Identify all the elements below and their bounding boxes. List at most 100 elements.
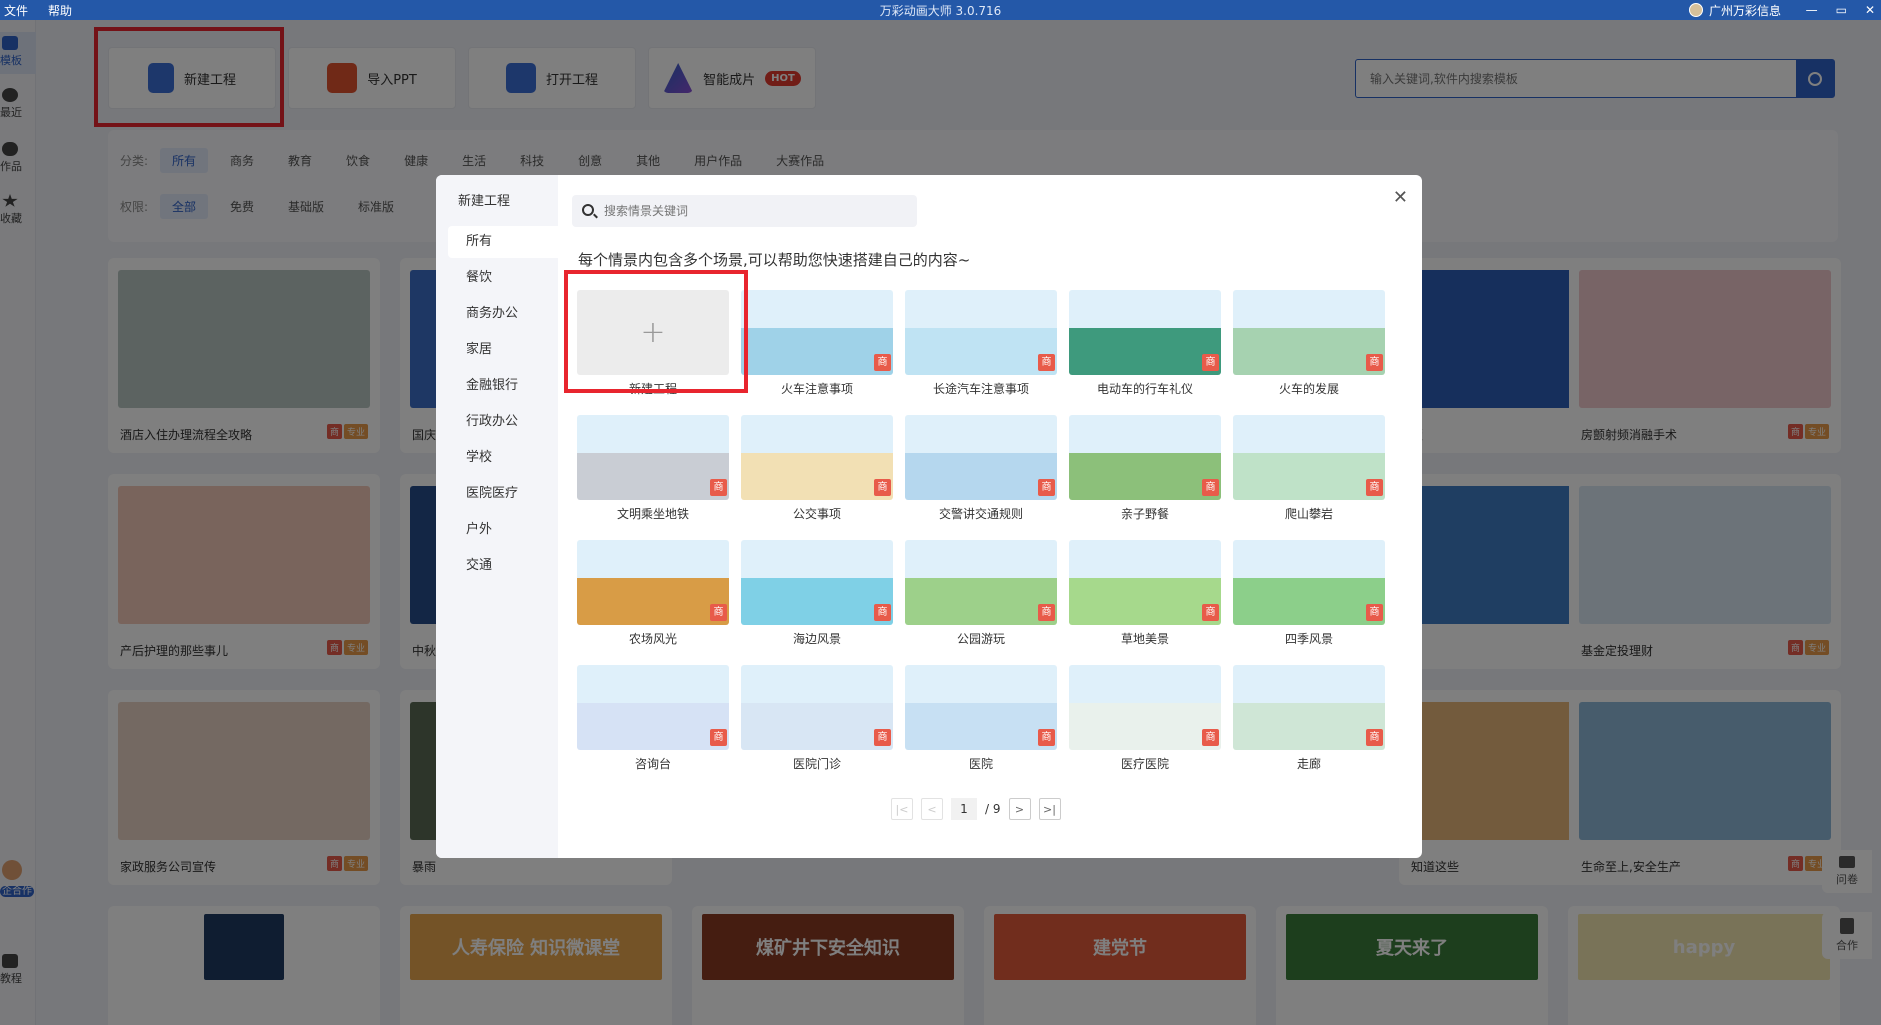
menu-file[interactable]: 文件 [4, 2, 28, 19]
scene-search [572, 195, 917, 227]
scene-thumbnail [741, 665, 893, 750]
scene-tile[interactable]: 商爬山攀岩 [1233, 415, 1385, 525]
scene-tile[interactable]: 商医院 [905, 665, 1057, 775]
scene-category-sidebar: 新建工程 所有餐饮商务办公家居金融银行行政办公学校医院医疗户外交通 [436, 175, 558, 858]
commercial-badge: 商 [1202, 604, 1219, 621]
scene-thumbnail [741, 290, 893, 375]
scene-category-item[interactable]: 交通 [448, 550, 558, 582]
close-window-button[interactable]: ✕ [1865, 3, 1875, 17]
scene-thumbnail [577, 415, 729, 500]
commercial-badge: 商 [1366, 604, 1383, 621]
scene-tile[interactable]: 商亲子野餐 [1069, 415, 1221, 525]
first-page-button[interactable]: |< [891, 798, 913, 820]
scene-title: 医院 [968, 757, 993, 771]
title-bar: 文件 帮助 万彩动画大师 3.0.716 广州万彩信息 — ▭ ✕ [0, 0, 1881, 20]
scene-category-item[interactable]: 户外 [448, 514, 558, 546]
scene-title: 火车的发展 [1278, 382, 1339, 396]
scene-tile[interactable]: 商农场风光 [577, 540, 729, 650]
scene-title: 走廊 [1296, 757, 1321, 771]
scene-category-item[interactable]: 商务办公 [448, 298, 558, 330]
user-avatar [1688, 3, 1703, 17]
scene-thumbnail [1233, 665, 1385, 750]
commercial-badge: 商 [1202, 354, 1219, 371]
scene-title: 公园游玩 [956, 632, 1005, 646]
scene-title: 四季风景 [1284, 632, 1333, 646]
scene-title: 公交事项 [792, 507, 841, 521]
scene-category-item[interactable]: 餐饮 [448, 262, 558, 294]
minimize-button[interactable]: — [1806, 3, 1818, 17]
commercial-badge: 商 [874, 604, 891, 621]
dialog-title: 新建工程 [458, 194, 511, 209]
scene-search-input[interactable] [572, 195, 912, 227]
pagination: |< < 1 / 9 > >| [891, 798, 1061, 820]
scene-thumbnail [1233, 290, 1385, 375]
scene-thumbnail [905, 290, 1057, 375]
scene-thumbnail [1069, 540, 1221, 625]
prev-page-button[interactable]: < [921, 798, 943, 820]
user-account[interactable]: 广州万彩信息 [1688, 2, 1781, 19]
scene-category-item[interactable]: 金融银行 [448, 370, 558, 402]
scene-title: 咨询台 [634, 757, 671, 771]
scene-thumbnail [1069, 415, 1221, 500]
user-name: 广州万彩信息 [1708, 3, 1781, 18]
scene-title: 交警讲交通规则 [938, 507, 1023, 521]
scene-thumbnail [1069, 290, 1221, 375]
scene-tile[interactable]: 商电动车的行车礼仪 [1069, 290, 1221, 400]
close-icon[interactable]: ✕ [1393, 187, 1408, 208]
last-page-button[interactable]: >| [1038, 798, 1061, 820]
scene-title: 爬山攀岩 [1284, 507, 1333, 521]
scene-thumbnail [741, 415, 893, 500]
scene-thumbnail [577, 665, 729, 750]
scene-title: 草地美景 [1120, 632, 1169, 646]
scene-tile[interactable]: 商火车注意事项 [741, 290, 893, 400]
commercial-badge: 商 [710, 479, 727, 496]
scene-tile[interactable]: 商文明乘坐地铁 [577, 415, 729, 525]
scene-title: 农场风光 [628, 632, 677, 646]
scene-thumbnail [741, 540, 893, 625]
commercial-badge: 商 [1202, 479, 1219, 496]
scene-tile[interactable]: 商交警讲交通规则 [905, 415, 1057, 525]
commercial-badge: 商 [1038, 479, 1055, 496]
scene-category-item[interactable]: 行政办公 [448, 406, 558, 438]
next-page-button[interactable]: > [1008, 798, 1031, 820]
scene-tile[interactable]: 商公交事项 [741, 415, 893, 525]
commercial-badge: 商 [874, 354, 891, 371]
commercial-badge: 商 [710, 604, 727, 621]
commercial-badge: 商 [1038, 354, 1055, 371]
scene-tile[interactable]: 商医疗医院 [1069, 665, 1221, 775]
scene-title: 火车注意事项 [780, 382, 853, 396]
scene-thumbnail [905, 665, 1057, 750]
scene-thumbnail [905, 415, 1057, 500]
scene-tile[interactable]: 商走廊 [1233, 665, 1385, 775]
commercial-badge: 商 [874, 479, 891, 496]
scene-tile[interactable]: 商草地美景 [1069, 540, 1221, 650]
search-icon [582, 204, 594, 216]
scene-tile[interactable]: 商海边风景 [741, 540, 893, 650]
scene-category-item[interactable]: 所有 [448, 226, 558, 258]
scene-category-item[interactable]: 学校 [448, 442, 558, 474]
commercial-badge: 商 [1366, 729, 1383, 746]
scene-thumbnail [1069, 665, 1221, 750]
scene-tile[interactable]: 商四季风景 [1233, 540, 1385, 650]
highlight-box-new-tile [564, 270, 748, 393]
scene-thumbnail [1233, 540, 1385, 625]
scene-tile[interactable]: 商火车的发展 [1233, 290, 1385, 400]
scene-thumbnail [1233, 415, 1385, 500]
scene-tile[interactable]: 商咨询台 [577, 665, 729, 775]
commercial-badge: 商 [1038, 604, 1055, 621]
dialog-hint: 每个情景内包含多个场景,可以帮助您快速搭建自己的内容~ [578, 251, 971, 269]
scene-tile[interactable]: 商医院门诊 [741, 665, 893, 775]
commercial-badge: 商 [874, 729, 891, 746]
scene-tile[interactable]: 商长途汽车注意事项 [905, 290, 1057, 400]
scene-category-item[interactable]: 医院医疗 [448, 478, 558, 510]
app-title: 万彩动画大师 3.0.716 [879, 3, 1002, 18]
maximize-button[interactable]: ▭ [1836, 3, 1847, 17]
scene-tile[interactable]: 商公园游玩 [905, 540, 1057, 650]
commercial-badge: 商 [1038, 729, 1055, 746]
commercial-badge: 商 [710, 729, 727, 746]
current-page-input[interactable]: 1 [951, 798, 977, 820]
page-total: / 9 [985, 802, 1001, 816]
menu-help[interactable]: 帮助 [48, 2, 72, 19]
scene-title: 亲子野餐 [1120, 507, 1169, 521]
scene-category-item[interactable]: 家居 [448, 334, 558, 366]
